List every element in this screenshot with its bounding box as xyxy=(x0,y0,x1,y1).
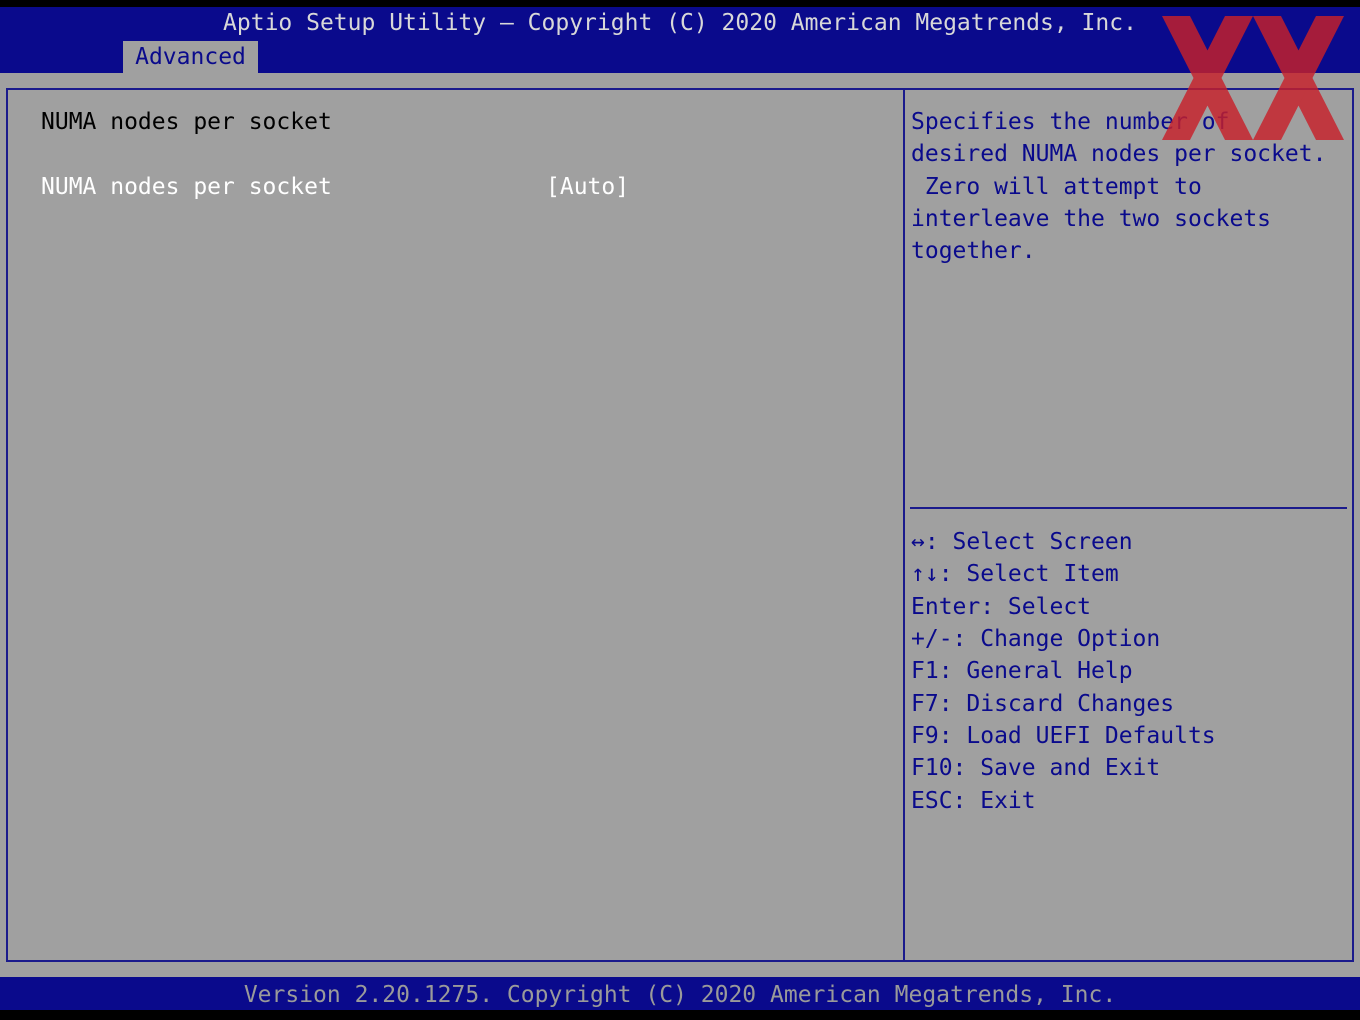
key-enter-select: Enter: Select xyxy=(911,594,1092,620)
key-exit: ESC: Exit xyxy=(911,788,1036,814)
key-select-screen: ↔: Select Screen xyxy=(911,529,1133,555)
version-text: Version 2.20.1275. Copyright (C) 2020 Am… xyxy=(243,982,1117,1008)
setting-numa-nodes-label[interactable]: NUMA nodes per socket xyxy=(41,174,332,200)
help-divider xyxy=(910,507,1347,509)
tab-advanced[interactable]: Advanced xyxy=(123,41,258,73)
help-line: together. xyxy=(911,238,1036,264)
help-line: interleave the two sockets xyxy=(911,206,1272,232)
key-change-option: +/-: Change Option xyxy=(911,626,1161,652)
help-line: desired NUMA nodes per socket. xyxy=(911,141,1327,167)
setting-numa-nodes-value[interactable]: [Auto] xyxy=(546,174,629,200)
help-line: Zero will attempt to xyxy=(911,174,1202,200)
section-title: NUMA nodes per socket xyxy=(41,109,332,135)
xx-logo-watermark-icon xyxy=(1162,16,1344,140)
panel-divider-vertical xyxy=(903,88,905,962)
key-discard-changes: F7: Discard Changes xyxy=(911,691,1175,717)
app-title: Aptio Setup Utility – Copyright (C) 2020… xyxy=(223,10,1137,36)
key-select-item: ↑↓: Select Item xyxy=(911,561,1119,587)
key-save-exit: F10: Save and Exit xyxy=(911,755,1161,781)
key-general-help: F1: General Help xyxy=(911,658,1133,684)
key-load-defaults: F9: Load UEFI Defaults xyxy=(911,723,1216,749)
